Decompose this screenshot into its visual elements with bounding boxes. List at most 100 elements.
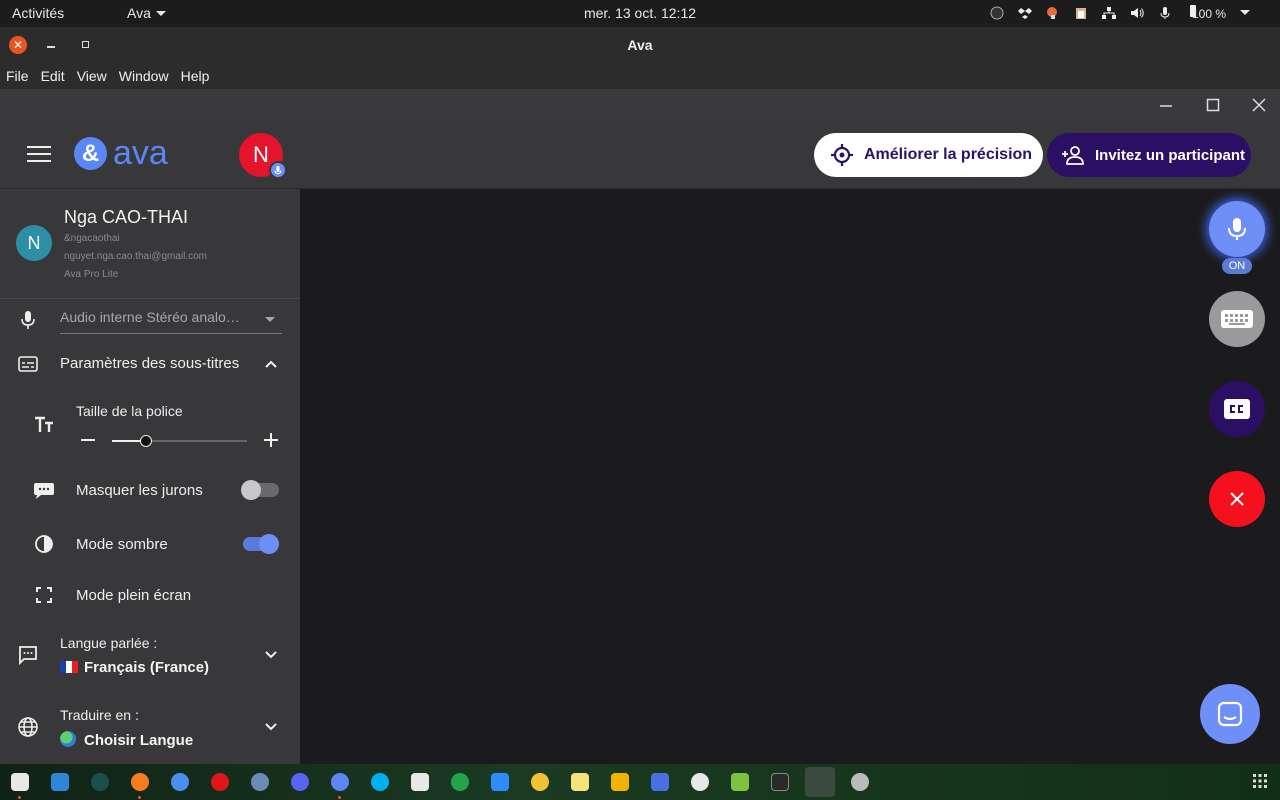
menu-view[interactable]: View <box>71 64 113 89</box>
dark-mode-toggle[interactable] <box>243 534 279 554</box>
spoken-language-select[interactable]: Français (France) <box>60 659 209 676</box>
app-icon[interactable] <box>251 773 269 791</box>
app-window-controls <box>0 89 1280 121</box>
transcript-area <box>300 189 1280 764</box>
network-icon[interactable] <box>1101 6 1116 20</box>
spoken-language-value: Français (France) <box>84 659 210 676</box>
dropbox-icon[interactable] <box>1017 6 1032 20</box>
battery-percent: 100 % <box>1191 7 1226 21</box>
keyboard-icon <box>1221 310 1253 328</box>
discord-icon[interactable] <box>291 773 309 791</box>
translate-label: Traduire en : <box>60 707 139 723</box>
swear-filter-icon <box>34 483 54 499</box>
close-icon <box>1230 492 1244 506</box>
files-app-icon[interactable] <box>11 773 29 791</box>
notes-icon[interactable] <box>571 773 589 791</box>
app-icon[interactable] <box>691 773 709 791</box>
fullscreen-label[interactable]: Mode plein écran <box>76 587 191 604</box>
menu-bar: File Edit View Window Help <box>0 64 1280 89</box>
microphone-toggle-button[interactable] <box>1209 201 1265 257</box>
translate-language-select[interactable]: Choisir Langue <box>60 731 193 749</box>
close-icon[interactable] <box>1251 97 1267 113</box>
france-flag-icon <box>60 661 78 673</box>
menu-help[interactable]: Help <box>175 64 216 89</box>
firefox-icon[interactable] <box>131 773 149 791</box>
improve-accuracy-button[interactable]: Améliorer la précision <box>814 133 1043 177</box>
app-icon[interactable] <box>611 773 629 791</box>
hide-swears-toggle[interactable] <box>241 480 279 500</box>
app-icon[interactable] <box>451 773 469 791</box>
invite-participant-button[interactable]: Invitez un participant <box>1047 133 1251 177</box>
active-app-icon[interactable] <box>805 767 835 797</box>
volume-icon[interactable] <box>1130 6 1144 20</box>
battery-indicator[interactable]: 100 % <box>1186 4 1226 21</box>
slack-icon[interactable] <box>411 773 429 791</box>
chevron-down-icon[interactable] <box>264 648 278 662</box>
profile-avatar: N <box>16 225 52 261</box>
increase-font-icon[interactable] <box>261 430 281 450</box>
app-icon[interactable] <box>91 773 109 791</box>
microphone-icon <box>1228 218 1246 240</box>
spoken-language-label: Langue parlée : <box>60 635 158 651</box>
audio-input-value: Audio interne Stéréo analo… <box>60 309 240 325</box>
ava-app-icon[interactable] <box>331 773 349 791</box>
zoom-icon[interactable] <box>491 773 509 791</box>
hide-swears-label: Masquer les jurons <box>76 482 203 499</box>
chat-bubble-icon <box>1217 701 1243 727</box>
clipboard-icon[interactable] <box>1074 6 1088 20</box>
menu-file[interactable]: File <box>0 64 35 89</box>
logo-ampersand: & <box>74 137 107 170</box>
status-app-icon[interactable] <box>990 6 1004 20</box>
mushroom-icon[interactable] <box>1046 6 1060 20</box>
crosshair-icon <box>831 144 853 166</box>
font-size-icon <box>35 416 53 432</box>
chevron-up-icon[interactable] <box>264 357 278 371</box>
toggle-knob <box>241 480 261 500</box>
show-apps-grid-icon[interactable] <box>1252 773 1268 789</box>
subtitles-icon <box>18 356 38 372</box>
logo-text: ava <box>113 134 168 172</box>
keyboard-button[interactable] <box>1209 291 1265 347</box>
system-tray[interactable]: 100 % <box>990 4 1250 21</box>
vscode-icon[interactable] <box>51 773 69 791</box>
app-icon[interactable] <box>851 773 869 791</box>
dark-mode-label: Mode sombre <box>76 536 168 553</box>
profile-name: Nga CAO-THAI <box>64 207 189 227</box>
decrease-font-icon[interactable] <box>78 430 98 450</box>
divider <box>0 298 300 299</box>
fullscreen-icon <box>36 587 52 603</box>
system-menu-chevron-icon[interactable] <box>1240 10 1250 15</box>
maximize-icon[interactable] <box>1205 97 1221 113</box>
skype-icon[interactable] <box>371 773 389 791</box>
terminal-icon[interactable] <box>771 773 789 791</box>
app-icon[interactable] <box>531 773 549 791</box>
font-size-label: Taille de la police <box>76 403 183 419</box>
dock-taskbar <box>0 764 1280 800</box>
audio-input-select[interactable]: Audio interne Stéréo analo… <box>60 309 282 334</box>
translate-language-value: Choisir Langue <box>84 732 194 749</box>
hamburger-menu-icon[interactable] <box>27 146 51 164</box>
dropdown-arrow-icon <box>265 317 275 322</box>
add-person-icon <box>1062 146 1084 165</box>
user-avatar[interactable]: N <box>239 133 287 179</box>
ava-logo: & ava <box>74 134 168 172</box>
chat-support-button[interactable] <box>1200 684 1260 744</box>
menu-edit[interactable]: Edit <box>35 64 71 89</box>
chevron-down-icon[interactable] <box>264 720 278 734</box>
end-session-button[interactable] <box>1209 471 1265 527</box>
microphone-icon[interactable] <box>1158 6 1172 20</box>
settings-sidebar: N Nga CAO-THAI &ngacaothai nguyet.nga.ca… <box>0 189 300 764</box>
minimize-icon[interactable] <box>1158 97 1174 113</box>
subtitle-settings-label[interactable]: Paramètres des sous-titres <box>60 355 239 372</box>
menu-window[interactable]: Window <box>113 64 175 89</box>
profile-email: nguyet.nga.cao.thai@gmail.com <box>64 251 208 262</box>
font-size-slider-thumb[interactable] <box>139 435 152 447</box>
app-icon[interactable] <box>731 773 749 791</box>
chromium-icon[interactable] <box>171 773 189 791</box>
captions-button[interactable] <box>1209 381 1265 437</box>
screenshot-icon[interactable] <box>651 773 669 791</box>
closed-captions-icon <box>1224 399 1250 419</box>
opera-icon[interactable] <box>211 773 229 791</box>
dark-mode-icon <box>35 535 53 553</box>
mic-status-badge: ON <box>1222 258 1252 274</box>
